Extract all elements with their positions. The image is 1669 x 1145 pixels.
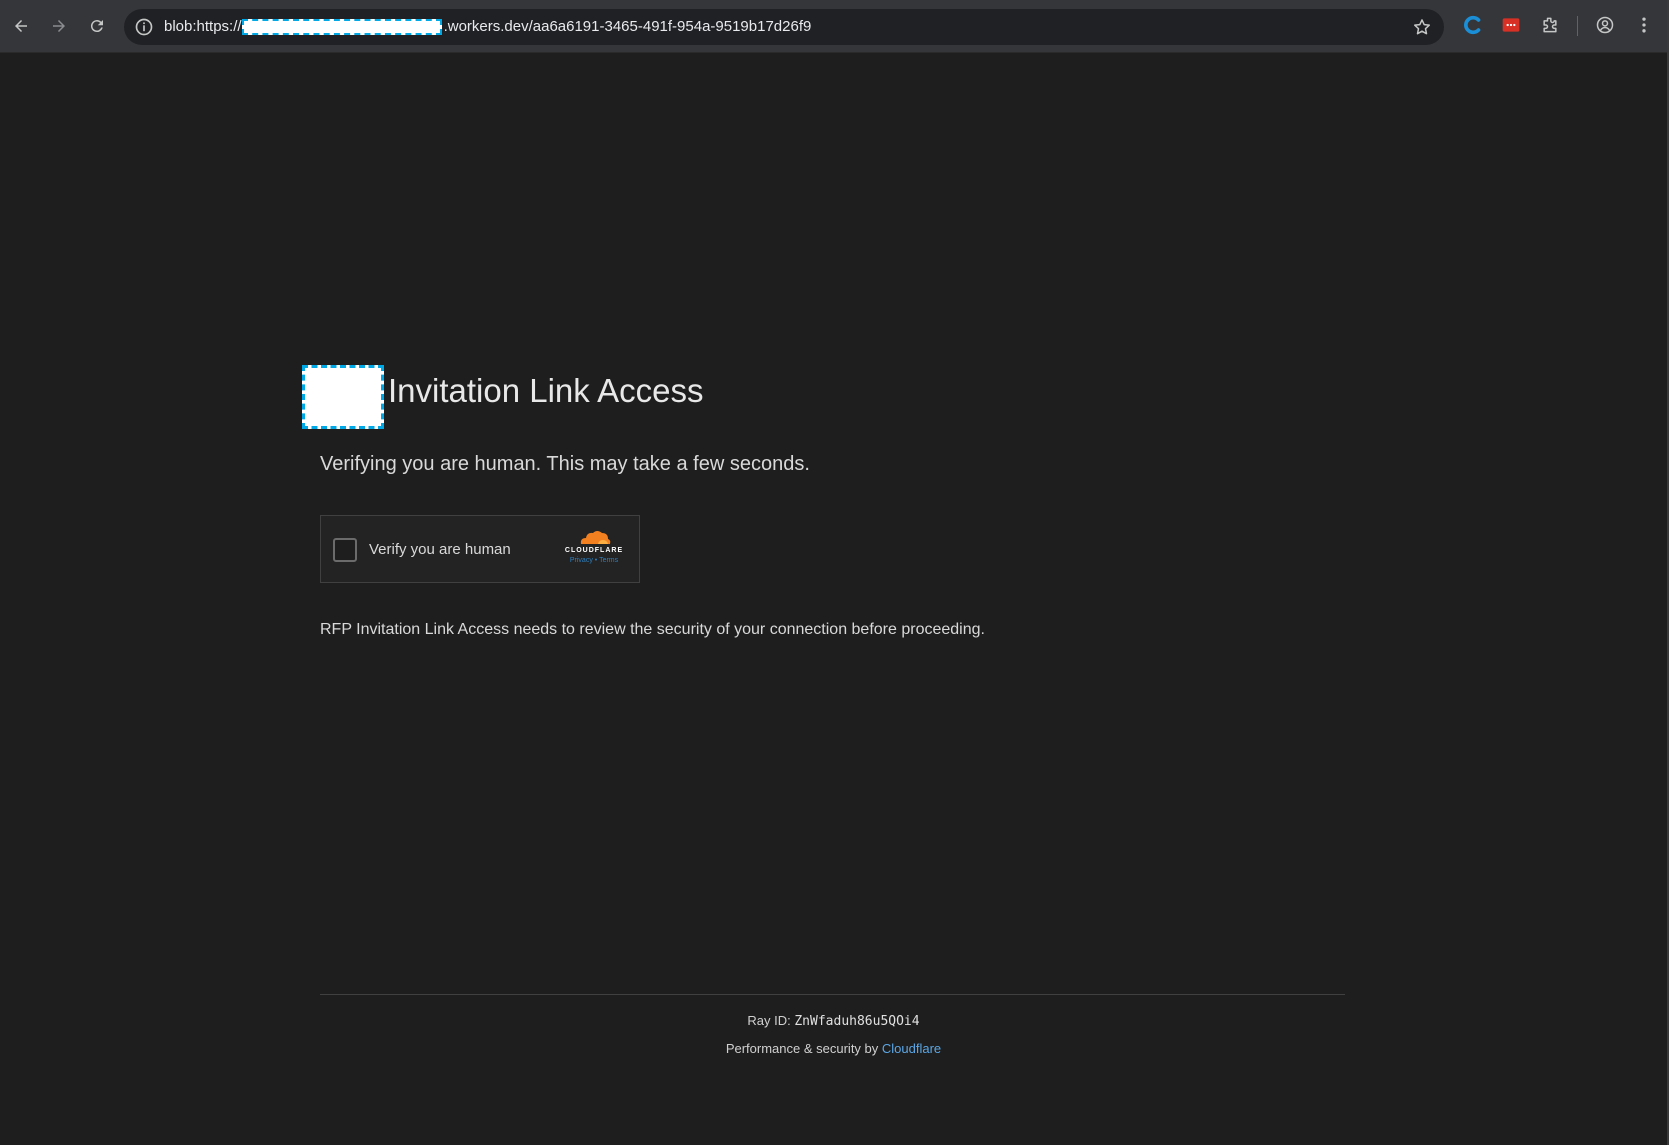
back-button[interactable] bbox=[6, 11, 36, 41]
toolbar-separator bbox=[1577, 16, 1578, 36]
url-suffix: .workers.dev/aa6a6191-3465-491f-954a-951… bbox=[443, 18, 812, 35]
star-icon[interactable] bbox=[1412, 17, 1432, 37]
address-bar[interactable]: blob:https:// .workers.dev/aa6a6191-3465-… bbox=[124, 9, 1444, 45]
ray-id-value: ZnWfaduh86u5QOi4 bbox=[794, 1014, 920, 1029]
kebab-menu-icon[interactable] bbox=[1633, 14, 1655, 36]
terms-link[interactable]: Terms bbox=[599, 557, 618, 564]
redacted-logo bbox=[302, 365, 384, 429]
performance-line: Performance & security by Cloudflare bbox=[0, 1041, 1667, 1056]
page-title: Invitation Link Access bbox=[388, 372, 704, 409]
cloudflare-wordmark: CLOUDFLARE bbox=[564, 547, 624, 554]
redacted-domain bbox=[241, 18, 442, 35]
reload-icon bbox=[90, 20, 103, 33]
verify-label: Verify you are human bbox=[369, 541, 511, 558]
page-subtitle: Verifying you are human. This may take a… bbox=[320, 453, 810, 475]
arrow-left-icon bbox=[15, 20, 27, 32]
cloudflare-cloud-icon bbox=[580, 531, 611, 544]
browser-toolbar: blob:https:// .workers.dev/aa6a6191-3465-… bbox=[0, 0, 1667, 53]
account-icon[interactable] bbox=[1594, 14, 1616, 36]
reload-button[interactable] bbox=[82, 11, 112, 41]
perf-label: Performance & security by bbox=[725, 1041, 882, 1056]
ray-label: Ray ID: bbox=[747, 1013, 795, 1028]
forward-button[interactable] bbox=[44, 11, 74, 41]
turnstile-widget: Verify you are human CLOUDFLARE Privacy … bbox=[320, 515, 640, 583]
url-prefix: blob:https:// bbox=[164, 18, 242, 35]
ray-id-line: Ray ID: ZnWfaduh86u5QOi4 bbox=[0, 1013, 1667, 1029]
puzzle-icon[interactable] bbox=[1539, 14, 1561, 36]
cloudflare-branding: CLOUDFLARE Privacy • Terms bbox=[559, 528, 629, 574]
links-separator: • bbox=[594, 557, 598, 564]
cloudflare-links: Privacy • Terms bbox=[559, 557, 629, 564]
privacy-link[interactable]: Privacy bbox=[570, 557, 593, 564]
security-notice: RFP Invitation Link Access needs to revi… bbox=[320, 621, 985, 638]
browser-window: blob:https:// .workers.dev/aa6a6191-3465-… bbox=[0, 0, 1669, 1145]
cloudflare-link[interactable]: Cloudflare bbox=[882, 1041, 941, 1056]
info-icon[interactable] bbox=[134, 17, 154, 37]
extension-c-icon[interactable] bbox=[1462, 14, 1484, 36]
extension-red-icon[interactable] bbox=[1500, 14, 1522, 36]
footer-divider bbox=[320, 994, 1345, 995]
verify-checkbox[interactable] bbox=[333, 538, 357, 562]
arrow-right-icon bbox=[53, 20, 65, 32]
url-text[interactable]: blob:https:// .workers.dev/aa6a6191-3465-… bbox=[164, 18, 811, 35]
